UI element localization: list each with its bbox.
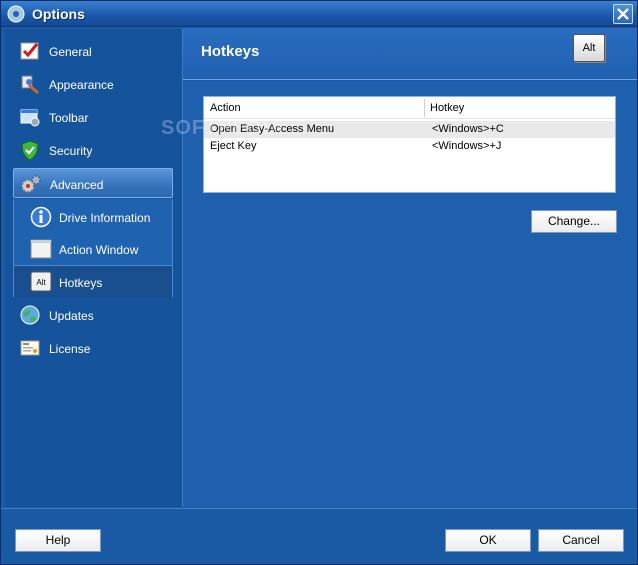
updates-icon (19, 304, 41, 326)
alt-key-label: Alt (36, 278, 46, 287)
sidebar-item-security[interactable]: Security (13, 135, 173, 165)
sidebar-item-updates[interactable]: Updates (13, 300, 173, 330)
dialog-footer: Help OK Cancel (1, 508, 637, 564)
hotkey-table[interactable]: Action Hotkey Open Easy-Access Menu <Win… (203, 96, 616, 193)
sidebar-item-appearance[interactable]: Appearance (13, 69, 173, 99)
column-header-hotkey[interactable]: Hotkey (430, 102, 464, 114)
table-row[interactable]: Eject Key <Windows>+J (204, 138, 615, 155)
sidebar-item-label: Security (49, 144, 93, 158)
hotkey-cell: <Windows>+J (432, 140, 502, 152)
sidebar-item-general[interactable]: General (13, 36, 173, 66)
general-icon (19, 40, 41, 62)
sidebar-item-label: Appearance (49, 78, 114, 92)
page-title: Hotkeys (201, 43, 260, 60)
info-icon (30, 206, 52, 228)
sidebar-subitem-drive-information[interactable]: Drive Information (14, 201, 172, 233)
security-icon (19, 139, 41, 161)
ok-button[interactable]: OK (445, 529, 531, 552)
close-button[interactable] (613, 4, 633, 24)
advanced-subpanel: Drive Information Action Window Alt Hotk… (13, 199, 173, 297)
hotkeys-panel: Action Hotkey Open Easy-Access Menu <Win… (183, 81, 637, 507)
sidebar-item-license[interactable]: License (13, 333, 173, 363)
sidebar-subitem-label: Action Window (59, 243, 139, 257)
sidebar-item-label: General (49, 45, 92, 59)
sidebar: General Appearance Toolbar Security Adva… (5, 29, 183, 507)
sidebar-item-label: Updates (49, 309, 94, 323)
action-cell: Eject Key (210, 140, 257, 152)
title-bar: Options (1, 1, 637, 27)
sidebar-item-label: Advanced (50, 178, 104, 192)
hotkey-cell: <Windows>+C (432, 123, 504, 135)
license-icon (19, 337, 41, 359)
cancel-button[interactable]: Cancel (538, 529, 624, 552)
window-title: Options (32, 6, 85, 22)
close-icon (617, 8, 629, 20)
sidebar-item-label: License (49, 342, 91, 356)
column-divider[interactable] (424, 99, 425, 117)
window-icon (30, 238, 52, 260)
options-window: Options General Appearance Toolbar Secur… (0, 0, 638, 565)
change-button[interactable]: Change... (531, 210, 617, 233)
sidebar-item-toolbar[interactable]: Toolbar (13, 102, 173, 132)
sidebar-subitem-action-window[interactable]: Action Window (14, 233, 172, 265)
toolbar-icon (19, 106, 41, 128)
alt-key-badge: Alt (573, 34, 605, 62)
page-header: Hotkeys Alt (183, 28, 637, 80)
table-header: Action Hotkey (204, 97, 615, 119)
sidebar-item-advanced[interactable]: Advanced (13, 168, 173, 198)
sidebar-subitem-hotkeys[interactable]: Alt Hotkeys (14, 265, 172, 297)
alt-key-icon: Alt (30, 271, 52, 293)
sidebar-item-label: Toolbar (49, 111, 89, 125)
sidebar-subitem-label: Hotkeys (59, 276, 103, 290)
app-icon (7, 5, 25, 23)
column-header-action[interactable]: Action (210, 102, 241, 114)
help-button[interactable]: Help (15, 529, 101, 552)
sidebar-subitem-label: Drive Information (59, 211, 151, 225)
watermark: SOFTPEDIA (161, 117, 285, 139)
appearance-icon (19, 73, 41, 95)
advanced-icon (20, 173, 42, 195)
